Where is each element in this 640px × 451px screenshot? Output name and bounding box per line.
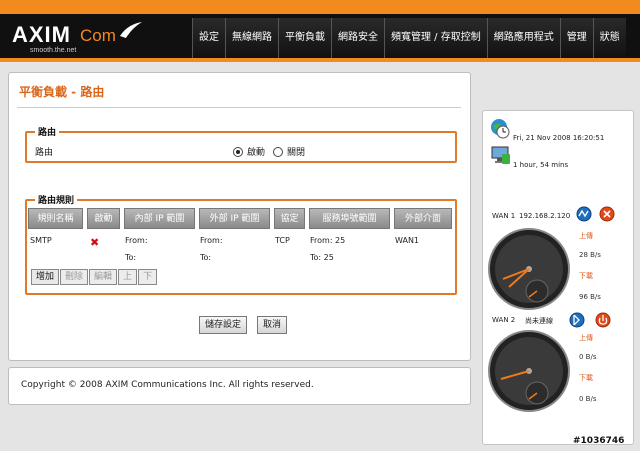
wan2-speed-gauge [488, 330, 570, 412]
routing-disable-radio[interactable] [273, 146, 284, 157]
wan2-download-label: 下載 [579, 374, 593, 382]
col-interface[interactable]: 外部介面 [394, 208, 452, 229]
wan2-label: WAN 2 [492, 316, 516, 324]
rules-table-header: 規則名稱 啟動 內部 IP 範圍 外部 IP 範圍 協定 服務埠號範圍 外部介面 [28, 208, 456, 229]
wan1-disconnect-icon[interactable] [599, 206, 615, 222]
wan2-gauge-area: 上傳 0 B/s 下載 0 B/s [485, 327, 631, 419]
watermark-id: #1036746 [573, 436, 625, 446]
axim-logo[interactable]: AXIM Com smooth.the.net [10, 18, 190, 56]
col-rule-name[interactable]: 規則名稱 [28, 208, 83, 229]
nav-load-balance[interactable]: 平衡負載 [278, 18, 331, 58]
footer-panel: Copyright © 2008 AXIM Communications Inc… [8, 367, 471, 405]
logo-tagline: smooth.the.net [30, 47, 77, 54]
routing-rules-section: 路由規則 規則名稱 啟動 內部 IP 範圍 外部 IP 範圍 協定 服務埠號範圍… [25, 193, 457, 295]
disabled-x-icon[interactable]: ✖ [90, 236, 99, 249]
main-nav: 設定 無線網路 平衡負載 網路安全 頻寬管理 / 存取控制 網路應用程式 管理 … [192, 18, 626, 58]
routing-radio-group: 啟動 關閉 [233, 145, 305, 158]
title-divider [17, 107, 461, 108]
delete-rule-button[interactable]: 刪除 [60, 269, 89, 285]
col-port-range[interactable]: 服務埠號範圍 [309, 208, 390, 229]
cancel-button[interactable]: 取消 [257, 316, 288, 334]
save-settings-button[interactable]: 儲存設定 [199, 316, 248, 334]
internal-to-cell: To: [125, 253, 137, 262]
col-enabled[interactable]: 啟動 [87, 208, 120, 229]
status-panel: Fri, 21 Nov 2008 16:20:51 1 hour, 54 min… [482, 110, 634, 445]
logo-brand: AXIM [12, 22, 71, 47]
nav-wireless[interactable]: 無線網路 [225, 18, 278, 58]
nav-management[interactable]: 管理 [559, 18, 593, 58]
wan1-label: WAN 1 [492, 212, 516, 220]
col-protocol[interactable]: 協定 [274, 208, 305, 229]
wan2-connect-icon[interactable] [595, 312, 611, 328]
header-bottom-stripe [0, 58, 640, 62]
copyright-text: Copyright © 2008 AXIM Communications Inc… [21, 380, 314, 390]
routing-enable-radio[interactable] [233, 146, 243, 157]
routing-legend: 路由 [38, 128, 57, 138]
rules-button-row: 增加 刪除 編輯 上 下 [31, 269, 158, 285]
wan2-upload-label: 上傳 [579, 334, 593, 342]
routing-section: 路由 路由 啟動 關閉 [25, 125, 457, 163]
wan1-gauge-area: 上傳 28 B/s 下載 96 B/s [485, 225, 631, 317]
wan1-upload-value: 28 B/s [579, 251, 601, 259]
header-accent-stripe [0, 0, 640, 14]
interface-cell: WAN1 [395, 236, 420, 245]
port-to-cell: To: 25 [310, 253, 334, 262]
wan1-download-value: 96 B/s [579, 293, 601, 301]
nav-security[interactable]: 網路安全 [331, 18, 384, 58]
clock-globe-icon [491, 119, 510, 139]
uptime-text: 1 hour, 54 mins [513, 161, 569, 169]
external-to-cell: To: [200, 253, 212, 262]
nav-settings[interactable]: 設定 [192, 18, 225, 58]
wan1-ip: 192.168.2.120 [519, 212, 571, 220]
nav-bandwidth-access[interactable]: 頻寬管理 / 存取控制 [384, 18, 487, 58]
nav-applications[interactable]: 網路應用程式 [486, 18, 560, 58]
routing-disable-label[interactable]: 關閉 [287, 145, 305, 158]
page-title: 平衡負載 - 路由 [19, 85, 105, 99]
routing-label: 路由 [35, 148, 54, 158]
add-rule-button[interactable]: 增加 [31, 269, 60, 285]
wan2-upload-value: 0 B/s [579, 353, 597, 361]
routing-enable-label[interactable]: 啟動 [247, 145, 265, 158]
wan1-status-icon[interactable] [576, 206, 592, 222]
col-external-ip[interactable]: 外部 IP 範圍 [199, 208, 270, 229]
wan1-download-label: 下載 [579, 272, 593, 280]
routing-rules-legend: 路由規則 [38, 196, 75, 206]
main-panel: 平衡負載 - 路由 路由 路由 啟動 關閉 路由規則 規則名稱 啟動 內部 IP… [8, 72, 471, 361]
external-from-cell: From: [200, 236, 223, 245]
wan2-state: 尚未連線 [525, 317, 553, 325]
swoosh-icon [120, 22, 142, 38]
edit-rule-button[interactable]: 編輯 [89, 269, 118, 285]
protocol-cell: TCP [275, 236, 290, 245]
internal-from-cell: From: [125, 236, 148, 245]
wan2-status-icon[interactable] [569, 312, 585, 328]
uptime-computer-icon [491, 146, 510, 164]
nav-status[interactable]: 狀態 [592, 18, 626, 58]
wan2-download-value: 0 B/s [579, 395, 597, 403]
wan1-upload-label: 上傳 [579, 232, 593, 240]
col-internal-ip[interactable]: 內部 IP 範圍 [124, 208, 195, 229]
logo-brand-suffix: Com [80, 26, 116, 45]
wan1-speed-gauge [488, 228, 570, 310]
datetime-text: Fri, 21 Nov 2008 16:20:51 [513, 134, 605, 142]
header-bar: AXIM Com smooth.the.net 設定 無線網路 平衡負載 網路安… [0, 0, 640, 62]
move-up-button[interactable]: 上 [118, 269, 138, 285]
port-from-cell: From: 25 [310, 236, 346, 245]
rule-name-cell: SMTP [30, 236, 52, 245]
move-down-button[interactable]: 下 [138, 269, 158, 285]
